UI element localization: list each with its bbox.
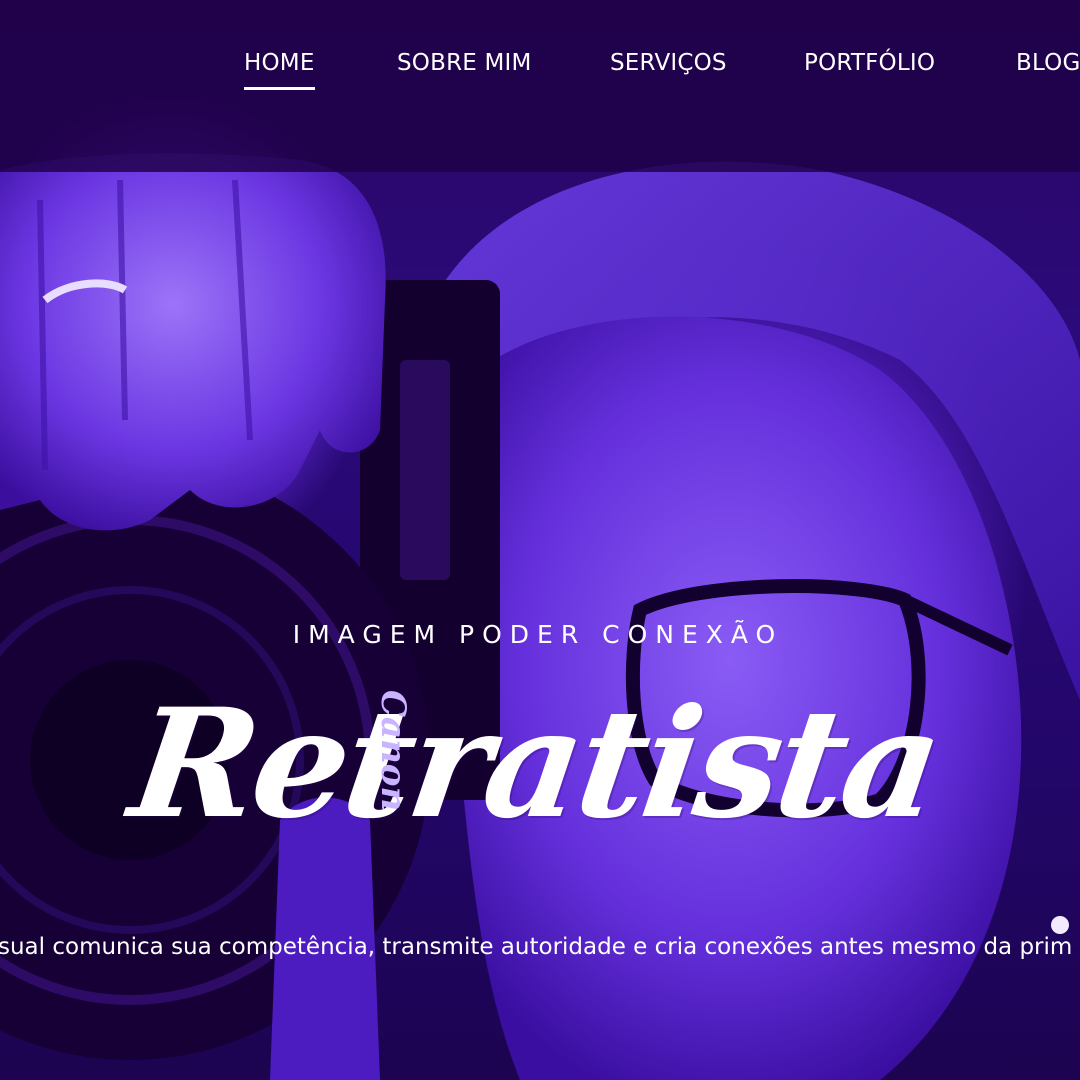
nav-item-sobre-mim[interactable]: SOBRE MIM bbox=[397, 50, 532, 76]
hand-shape bbox=[0, 153, 386, 531]
nav-item-blog[interactable]: BLOG bbox=[1016, 50, 1080, 76]
top-navigation: HOME SOBRE MIM SERVIÇOS PORTFÓLIO BLOG bbox=[0, 0, 1080, 172]
hero-tagline: IMAGEM PODER CONEXÃO bbox=[0, 620, 1080, 649]
hero-title-text: Retratista bbox=[121, 676, 949, 852]
nav-item-home[interactable]: HOME bbox=[244, 50, 315, 90]
camera-brand-label: Canon bbox=[373, 690, 413, 811]
nav-item-portfolio[interactable]: PORTFÓLIO bbox=[804, 50, 935, 76]
hero-title: Retratista bbox=[0, 676, 1080, 852]
hero-tagline-text: IMAGEM PODER CONEXÃO bbox=[292, 620, 784, 649]
camera-brand-text: Canon bbox=[373, 690, 413, 811]
nav-item-servicos[interactable]: SERVIÇOS bbox=[610, 50, 727, 76]
hero-subline: visual comunica sua competência, transmi… bbox=[0, 934, 1080, 960]
hero-subline-text: visual comunica sua competência, transmi… bbox=[0, 934, 1073, 960]
hero-section: HOME SOBRE MIM SERVIÇOS PORTFÓLIO BLOG I… bbox=[0, 0, 1080, 1080]
